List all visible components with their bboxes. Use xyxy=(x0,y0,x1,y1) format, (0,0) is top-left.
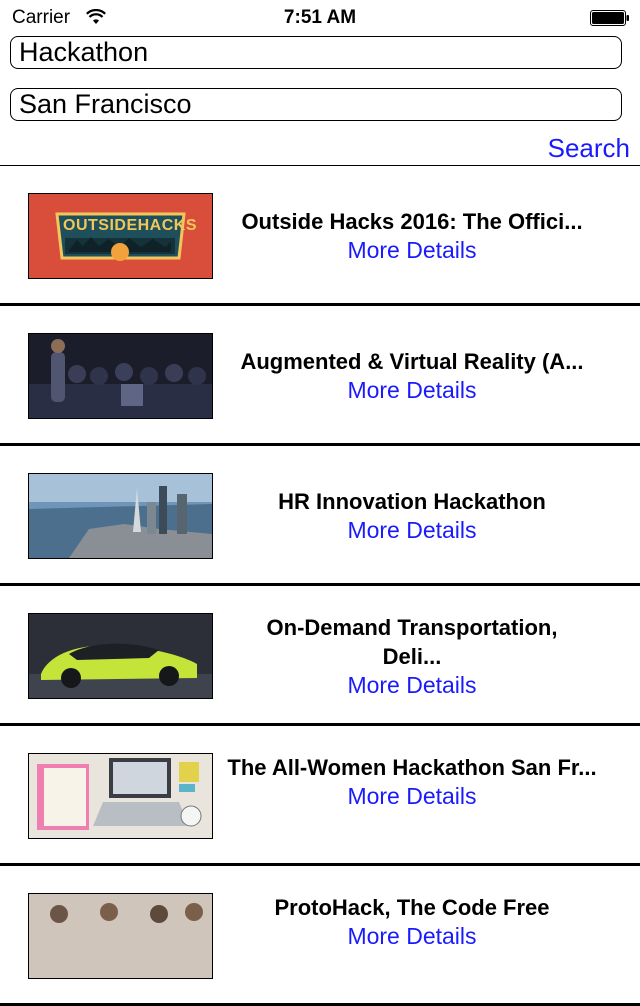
event-row[interactable]: HR Innovation Hackathon More Details xyxy=(0,446,640,586)
event-info: Augmented & Virtual Reality (A... More D… xyxy=(214,347,610,405)
event-title: On-Demand Transportation, Deli... xyxy=(266,615,558,669)
event-info: On-Demand Transportation, Deli... More D… xyxy=(214,613,610,700)
event-thumbnail xyxy=(28,333,213,419)
event-row[interactable]: OUTSIDEHACKS Outside Hacks 2016: The Off… xyxy=(0,166,640,306)
event-thumbnail xyxy=(28,753,213,839)
event-list: OUTSIDEHACKS Outside Hacks 2016: The Off… xyxy=(0,165,640,1006)
event-title: Augmented & Virtual Reality (A... xyxy=(240,349,584,374)
event-title: HR Innovation Hackathon xyxy=(278,489,546,514)
more-details-link[interactable]: More Details xyxy=(214,236,610,265)
search-button[interactable]: Search xyxy=(548,133,630,164)
event-thumbnail xyxy=(28,613,213,699)
more-details-link[interactable]: More Details xyxy=(214,922,610,951)
outside-hacks-logo-text: OUTSIDEHACKS xyxy=(63,217,198,234)
event-info: HR Innovation Hackathon More Details xyxy=(214,487,610,545)
keyword-input[interactable]: Hackathon xyxy=(10,36,622,69)
event-thumbnail: OUTSIDEHACKS xyxy=(28,193,213,279)
location-input[interactable]: San Francisco xyxy=(10,88,622,121)
event-row[interactable]: On-Demand Transportation, Deli... More D… xyxy=(0,586,640,726)
clock: 7:51 AM xyxy=(283,7,357,28)
more-details-link[interactable]: More Details xyxy=(214,671,610,700)
event-info: ProtoHack, The Code Free More Details xyxy=(214,893,610,951)
more-details-link[interactable]: More Details xyxy=(214,376,610,405)
event-title: The All-Women Hackathon San Fr... xyxy=(227,755,597,780)
battery-icon xyxy=(590,10,629,26)
status-bar: Carrier 7:51 AM xyxy=(0,0,640,36)
more-details-link[interactable]: More Details xyxy=(214,782,610,811)
event-thumbnail xyxy=(28,893,213,979)
event-row[interactable]: ProtoHack, The Code Free More Details xyxy=(0,866,640,1006)
more-details-link[interactable]: More Details xyxy=(214,516,610,545)
event-info: Outside Hacks 2016: The Offici... More D… xyxy=(214,207,610,265)
event-title: Outside Hacks 2016: The Offici... xyxy=(241,209,583,234)
event-row[interactable]: Augmented & Virtual Reality (A... More D… xyxy=(0,306,640,446)
event-thumbnail xyxy=(28,473,213,559)
event-row[interactable]: The All-Women Hackathon San Fr... More D… xyxy=(0,726,640,866)
event-title: ProtoHack, The Code Free xyxy=(274,895,550,920)
event-info: The All-Women Hackathon San Fr... More D… xyxy=(214,753,610,811)
